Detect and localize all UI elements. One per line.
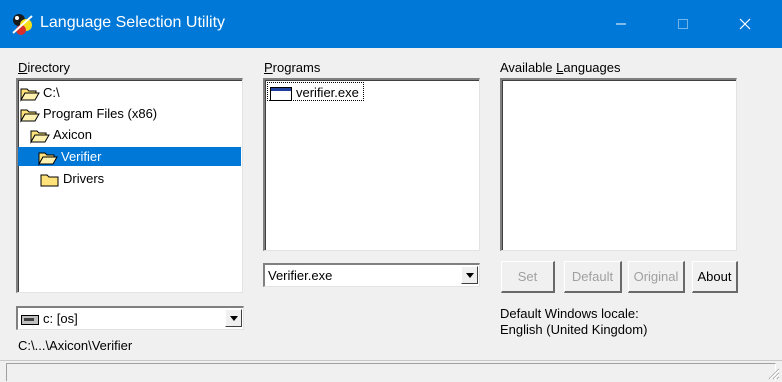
minimize-icon xyxy=(616,23,626,25)
languages-listbox[interactable] xyxy=(500,78,737,251)
status-pane xyxy=(6,363,776,381)
exe-window-icon xyxy=(270,86,292,101)
program-dropdown-button[interactable] xyxy=(461,266,478,284)
chevron-down-icon xyxy=(465,272,474,278)
drive-combobox[interactable]: c: [os] xyxy=(16,306,244,330)
close-button[interactable] xyxy=(722,0,768,48)
folder-open-icon xyxy=(38,152,58,166)
languages-label: Available Languages xyxy=(500,60,621,75)
program-combo-value: Verifier.exe xyxy=(268,268,333,283)
close-icon xyxy=(739,18,751,30)
directory-item[interactable]: Drivers xyxy=(40,169,110,188)
programs-listbox[interactable]: verifier.exe xyxy=(263,78,480,251)
program-combobox[interactable]: Verifier.exe xyxy=(263,263,480,287)
app-icon xyxy=(12,14,33,35)
original-button[interactable]: Original xyxy=(628,261,685,293)
directory-label: Directory xyxy=(18,60,71,75)
programs-label: Programs xyxy=(264,60,321,75)
locale-value: English (United Kingdom) xyxy=(500,322,648,337)
set-button[interactable]: Set xyxy=(501,261,555,293)
locale-caption: Default Windows locale: xyxy=(500,306,639,321)
directory-item[interactable]: C:\ xyxy=(20,83,66,102)
window-title: Language Selection Utility xyxy=(40,14,226,31)
directory-listbox[interactable]: C:\ Program Files (x86) Axicon Verifier … xyxy=(16,78,243,293)
minimize-button[interactable] xyxy=(598,0,644,48)
maximize-button[interactable] xyxy=(660,0,706,48)
folder-closed-icon xyxy=(40,174,59,187)
directory-item[interactable]: Program Files (x86) xyxy=(20,104,163,123)
resize-grip-icon[interactable] xyxy=(766,366,780,380)
default-button[interactable]: Default xyxy=(564,261,622,293)
folder-open-icon xyxy=(20,109,40,123)
directory-path: C:\...\Axicon\Verifier xyxy=(18,338,133,353)
status-bar xyxy=(0,360,782,382)
title-bar[interactable]: Language Selection Utility xyxy=(0,0,782,48)
folder-open-icon xyxy=(30,130,50,144)
maximize-icon xyxy=(678,19,688,29)
drive-dropdown-button[interactable] xyxy=(225,309,242,327)
drive-icon xyxy=(21,314,39,325)
about-button[interactable]: About xyxy=(692,261,738,293)
directory-item[interactable]: Axicon xyxy=(30,125,98,144)
chevron-down-icon xyxy=(229,315,238,321)
directory-item-selected[interactable]: Verifier xyxy=(18,147,241,166)
folder-open-icon xyxy=(20,88,40,102)
program-item[interactable]: verifier.exe xyxy=(267,82,364,101)
drive-value: c: [os] xyxy=(43,311,78,326)
